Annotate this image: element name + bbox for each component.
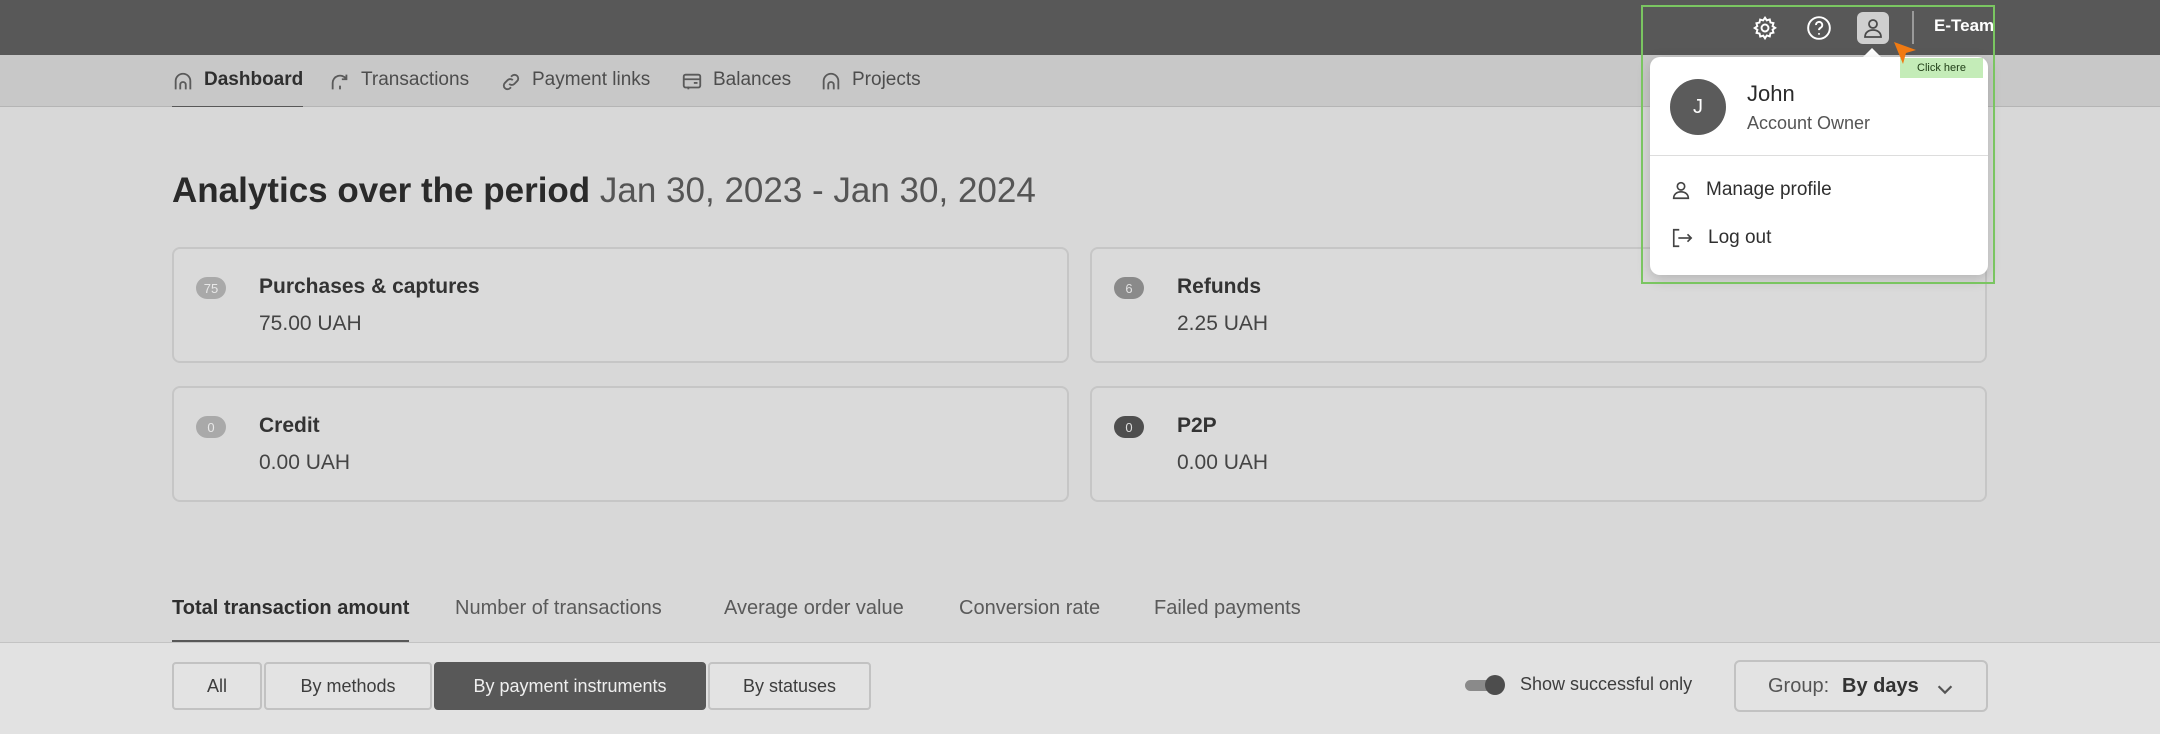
nav-item-label: Dashboard — [204, 69, 304, 90]
chevron-down-icon — [1937, 685, 1953, 695]
card-title: P2P — [1177, 414, 1217, 437]
count-badge: 6 — [1114, 277, 1144, 299]
link-icon — [502, 73, 520, 91]
analytics-heading: Analytics over the period — [172, 171, 591, 210]
card-title: Refunds — [1177, 275, 1261, 298]
group-value: By days — [1842, 675, 1919, 697]
show-successful-toggle[interactable] — [1465, 675, 1505, 695]
analytics-period[interactable]: Jan 30, 2023 - Jan 30, 2024 — [600, 171, 1036, 210]
card-credit[interactable]: 0 Credit 0.00 UAH — [172, 386, 1069, 502]
card-value: 75.00 UAH — [259, 312, 362, 335]
count-badge: 75 — [196, 277, 226, 299]
nav-item-projects[interactable]: Projects — [820, 69, 921, 107]
segment-by-payment-instruments[interactable]: By payment instruments — [434, 662, 706, 710]
nav-item-transactions[interactable]: Transactions — [329, 69, 469, 107]
card-value: 0.00 UAH — [259, 451, 351, 474]
card-title: Credit — [259, 414, 320, 437]
segment-all[interactable]: All — [172, 662, 262, 710]
card-value: 2.25 UAH — [1177, 312, 1269, 335]
nav-item-label: Balances — [713, 69, 792, 90]
cursor-arrow-icon — [1894, 42, 1916, 64]
refresh-icon — [331, 74, 348, 90]
home-icon — [174, 72, 192, 90]
nav-item-label: Transactions — [361, 69, 470, 90]
toggle-knob — [1485, 675, 1505, 695]
tab-failed-payments[interactable]: Failed payments — [1154, 597, 1301, 643]
focus-highlight — [1641, 5, 1995, 284]
count-badge: 0 — [196, 416, 226, 438]
nav-item-balances[interactable]: Balances — [681, 69, 791, 107]
segment-by-methods[interactable]: By methods — [264, 662, 432, 710]
card-title: Purchases & captures — [259, 275, 480, 298]
group-by-select[interactable]: Group: By days — [1734, 660, 1988, 712]
page-title: Analytics over the period Jan 30, 2023 -… — [172, 171, 1036, 211]
tab-average-order-value[interactable]: Average order value — [724, 597, 904, 643]
home-icon — [822, 72, 840, 90]
nav-item-label: Projects — [852, 69, 921, 90]
tab-conversion-rate[interactable]: Conversion rate — [959, 597, 1100, 643]
card-purchases[interactable]: 75 Purchases & captures 75.00 UAH — [172, 247, 1069, 363]
balance-icon — [682, 73, 702, 90]
group-label: Group: — [1768, 675, 1830, 697]
nav-item-dashboard[interactable]: Dashboard — [172, 69, 304, 109]
filter-bar: All By methods By payment instruments By… — [0, 643, 2160, 734]
count-badge: 0 — [1114, 416, 1144, 438]
tab-number-of-transactions[interactable]: Number of transactions — [455, 597, 662, 643]
tab-total-transaction-amount[interactable]: Total transaction amount — [172, 597, 410, 643]
metric-tabs: Total transaction amount Number of trans… — [0, 597, 2160, 643]
segment-by-statuses[interactable]: By statuses — [708, 662, 871, 710]
card-value: 0.00 UAH — [1177, 451, 1269, 474]
nav-item-label: Payment links — [532, 69, 651, 90]
nav-item-payment-links[interactable]: Payment links — [500, 69, 650, 107]
card-p2p[interactable]: 0 P2P 0.00 UAH — [1090, 386, 1987, 502]
toggle-label: Show successful only — [1520, 674, 1693, 694]
